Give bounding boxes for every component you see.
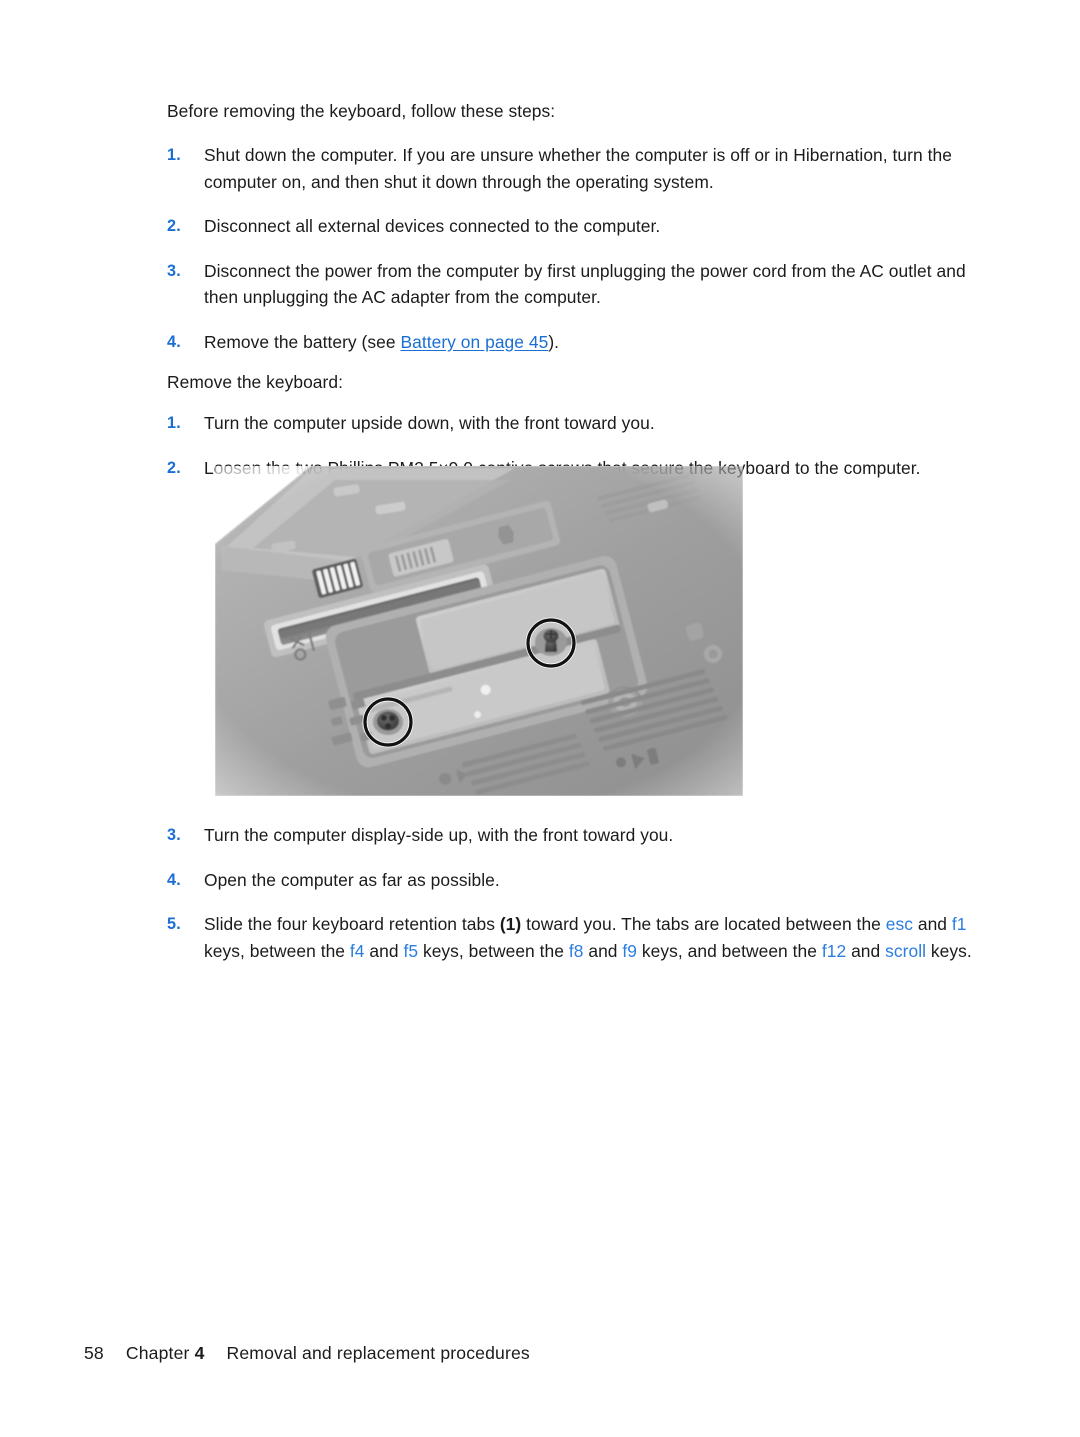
step-text: Shut down the computer. If you are unsur…: [204, 145, 952, 192]
step-text-prefix: Remove the battery (see: [204, 331, 401, 352]
step-number: 2.: [167, 458, 181, 477]
page-content-lower: 3. Turn the computer display-side up, wi…: [167, 822, 987, 982]
footer-chapter-title: Removal and replacement procedures: [226, 1343, 530, 1363]
key-name-f12: f12: [821, 940, 847, 961]
notebook-bottom-photo: [215, 466, 743, 796]
document-page: Before removing the keyboard, follow the…: [0, 0, 1080, 1437]
step-text-segment: and: [846, 940, 886, 961]
step-text: Disconnect all external devices connecte…: [204, 216, 661, 236]
key-name-scroll: scroll: [885, 940, 927, 961]
step-number: 1.: [167, 146, 181, 164]
step-text-segment: keys.: [926, 940, 972, 961]
remove-keyboard-heading: Remove the keyboard:: [167, 372, 343, 392]
footer-page-number: 58: [84, 1343, 104, 1363]
step-number: 2.: [167, 217, 181, 235]
step-text-segment: and: [583, 940, 623, 961]
key-name-f5: f5: [403, 940, 419, 961]
removal-step-1: 1. Turn the computer upside down, with t…: [167, 410, 987, 437]
prep-step-3: 3. Disconnect the power from the compute…: [167, 258, 987, 311]
step-number: 4.: [167, 332, 181, 351]
step-number: 3.: [167, 261, 181, 280]
step-text-segment: and: [364, 940, 404, 961]
step-text-segment: and: [912, 914, 952, 934]
key-name-f9: f9: [622, 940, 638, 961]
step-text-segment: Slide the four keyboard retention tabs: [204, 914, 500, 934]
key-name-f4: f4: [349, 940, 365, 961]
step-text-suffix: ).: [548, 331, 560, 352]
step-text-segment: keys, and between the: [637, 940, 822, 961]
prep-step-4: 4. Remove the battery (see Battery on pag…: [167, 329, 987, 356]
step-text: Disconnect the power from the computer b…: [204, 260, 966, 308]
key-name-f8: f8: [568, 940, 584, 961]
removal-step-4: 4. Open the computer as far as possible.: [167, 867, 987, 894]
step-text-segment: keys, between the: [418, 940, 569, 961]
step-text: Turn the computer upside down, with the …: [204, 413, 655, 433]
removal-step-5: 5. Slide the four keyboard retention tabs…: [167, 911, 987, 964]
step-text: Open the computer as far as possible.: [204, 869, 500, 890]
intro-paragraph: Before removing the keyboard, follow the…: [167, 101, 556, 121]
removal-step-3: 3. Turn the computer display-side up, wi…: [167, 822, 987, 849]
figure-callout-reference: (1): [499, 914, 522, 934]
step-text-segment: toward you. The tabs are located between…: [521, 914, 886, 934]
key-name-esc: esc: [885, 914, 913, 934]
footer-chapter-label: Chapter: [125, 1343, 195, 1363]
battery-cross-reference-link[interactable]: Battery on page 45: [400, 332, 548, 352]
step-number: 1.: [167, 414, 181, 432]
page-footer: 58 Chapter 4 Removal and replacement proce…: [84, 1343, 530, 1364]
prep-step-1: 1. Shut down the computer. If you are un…: [167, 142, 987, 195]
step-number: 4.: [167, 870, 181, 889]
step-number: 3.: [167, 826, 181, 844]
step-number: 5.: [167, 915, 181, 933]
step-text-segment: keys, between the: [204, 940, 350, 961]
page-content: Before removing the keyboard, follow the…: [167, 98, 987, 499]
figure-keyboard-screws: [215, 466, 743, 796]
prep-step-2: 2. Disconnect all external devices conne…: [167, 213, 987, 240]
key-name-f1: f1: [951, 914, 967, 934]
step-text: Turn the computer display-side up, with …: [204, 825, 674, 845]
footer-chapter-number: 4: [194, 1343, 205, 1363]
